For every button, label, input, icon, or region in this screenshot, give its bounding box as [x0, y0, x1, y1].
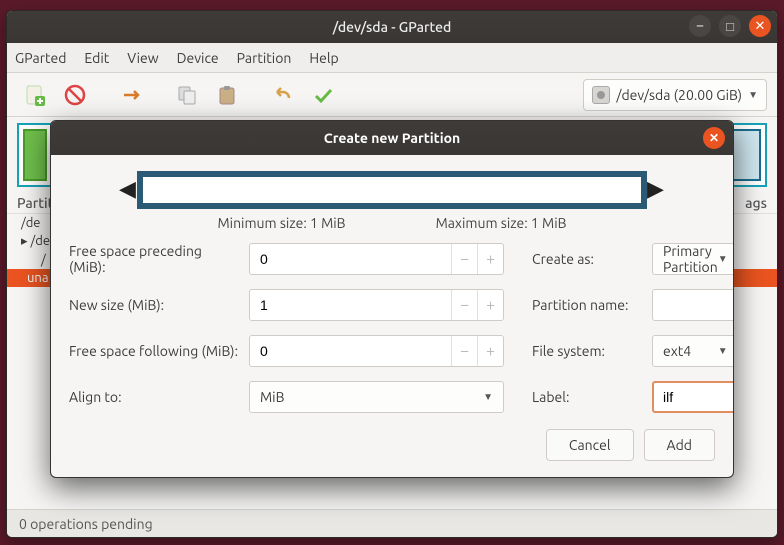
partition-name-input[interactable] [652, 289, 734, 321]
minimize-button[interactable]: – [689, 15, 711, 37]
status-text: 0 operations pending [19, 516, 153, 532]
align-to-select[interactable]: MiB ▼ [249, 381, 504, 413]
arrow-left-icon[interactable]: ◀ [119, 176, 137, 204]
new-size-input[interactable]: − + [249, 289, 504, 321]
label-label: Label: [532, 389, 642, 405]
file-system-label: File system: [532, 343, 642, 359]
free-before-input[interactable]: − + [249, 243, 504, 275]
partition-size-slider[interactable]: ◀ ▶ [119, 171, 665, 209]
dialog-close-button[interactable]: ✕ [703, 127, 725, 149]
cancel-button[interactable]: Cancel [546, 429, 634, 461]
menu-device[interactable]: Device [177, 50, 219, 66]
menu-help[interactable]: Help [309, 50, 338, 66]
label-input[interactable] [652, 381, 734, 413]
menu-partition[interactable]: Partition [237, 50, 292, 66]
device-selector[interactable]: /dev/sda (20.00 GiB) ▼ [583, 79, 767, 111]
free-after-label: Free space following (MiB): [69, 343, 239, 359]
plus-icon[interactable]: + [477, 290, 503, 320]
menubar: GParted Edit View Device Partition Help [7, 43, 777, 73]
minus-icon[interactable]: − [451, 336, 477, 366]
chevron-down-icon: ▼ [483, 391, 493, 403]
column-flags: ags [745, 195, 767, 211]
minus-icon[interactable]: − [451, 290, 477, 320]
menu-view[interactable]: View [127, 50, 158, 66]
plus-icon[interactable]: + [477, 336, 503, 366]
file-system-select[interactable]: ext4 ▼ [652, 335, 734, 367]
new-size-label: New size (MiB): [69, 297, 239, 313]
apply-button[interactable] [305, 77, 341, 113]
slider-track[interactable] [137, 171, 647, 209]
align-to-value: MiB [260, 389, 284, 405]
undo-button[interactable] [265, 77, 301, 113]
new-size-value[interactable] [250, 290, 451, 320]
chevron-down-icon: ▼ [718, 253, 728, 265]
partition-name-label: Partition name: [532, 297, 642, 313]
check-icon [312, 84, 334, 106]
chevron-down-icon: ▼ [748, 89, 758, 101]
size-limits: Minimum size: 1 MiB Maximum size: 1 MiB [69, 215, 715, 231]
minus-icon[interactable]: − [451, 244, 477, 274]
paste-button[interactable] [209, 77, 245, 113]
align-to-label: Align to: [69, 389, 239, 405]
no-entry-icon [64, 84, 86, 106]
free-after-value[interactable] [250, 336, 451, 366]
create-partition-dialog: Create new Partition ✕ ◀ ▶ Minimum size:… [50, 120, 734, 478]
arrow-right-icon[interactable]: ▶ [647, 176, 665, 204]
copy-icon [176, 84, 198, 106]
file-system-value: ext4 [663, 343, 691, 359]
plus-icon[interactable]: + [477, 244, 503, 274]
undo-icon [272, 84, 294, 106]
close-button[interactable]: ✕ [749, 15, 771, 37]
column-partition: Partit [17, 195, 53, 211]
delete-button[interactable] [57, 77, 93, 113]
free-before-label: Free space preceding (MiB): [69, 243, 239, 275]
create-as-select[interactable]: Primary Partition ▼ [652, 243, 734, 275]
create-as-value: Primary Partition [663, 243, 718, 275]
resize-icon [120, 84, 142, 106]
create-as-label: Create as: [532, 251, 642, 267]
copy-button[interactable] [169, 77, 205, 113]
new-partition-button[interactable] [17, 77, 53, 113]
device-selector-label: /dev/sda (20.00 GiB) [616, 87, 742, 103]
partition-segment[interactable] [23, 129, 47, 181]
titlebar: /dev/sda - GParted – □ ✕ [7, 11, 777, 43]
statusbar: 0 operations pending [7, 509, 777, 537]
toolbar: /dev/sda (20.00 GiB) ▼ [7, 73, 777, 117]
window-controls: – □ ✕ [689, 15, 771, 37]
dialog-titlebar: Create new Partition ✕ [51, 121, 733, 155]
disk-icon [592, 86, 610, 104]
chevron-down-icon: ▼ [718, 345, 728, 357]
menu-gparted[interactable]: GParted [15, 50, 66, 66]
document-new-icon [24, 84, 46, 106]
minimum-size-label: Minimum size: 1 MiB [218, 215, 346, 231]
free-before-value[interactable] [250, 244, 451, 274]
add-button[interactable]: Add [644, 429, 715, 461]
maximum-size-label: Maximum size: 1 MiB [436, 215, 567, 231]
window-title: /dev/sda - GParted [333, 19, 452, 35]
paste-icon [216, 84, 238, 106]
free-after-input[interactable]: − + [249, 335, 504, 367]
dialog-title: Create new Partition [324, 130, 460, 146]
resize-move-button[interactable] [113, 77, 149, 113]
menu-edit[interactable]: Edit [84, 50, 109, 66]
maximize-button[interactable]: □ [719, 15, 741, 37]
